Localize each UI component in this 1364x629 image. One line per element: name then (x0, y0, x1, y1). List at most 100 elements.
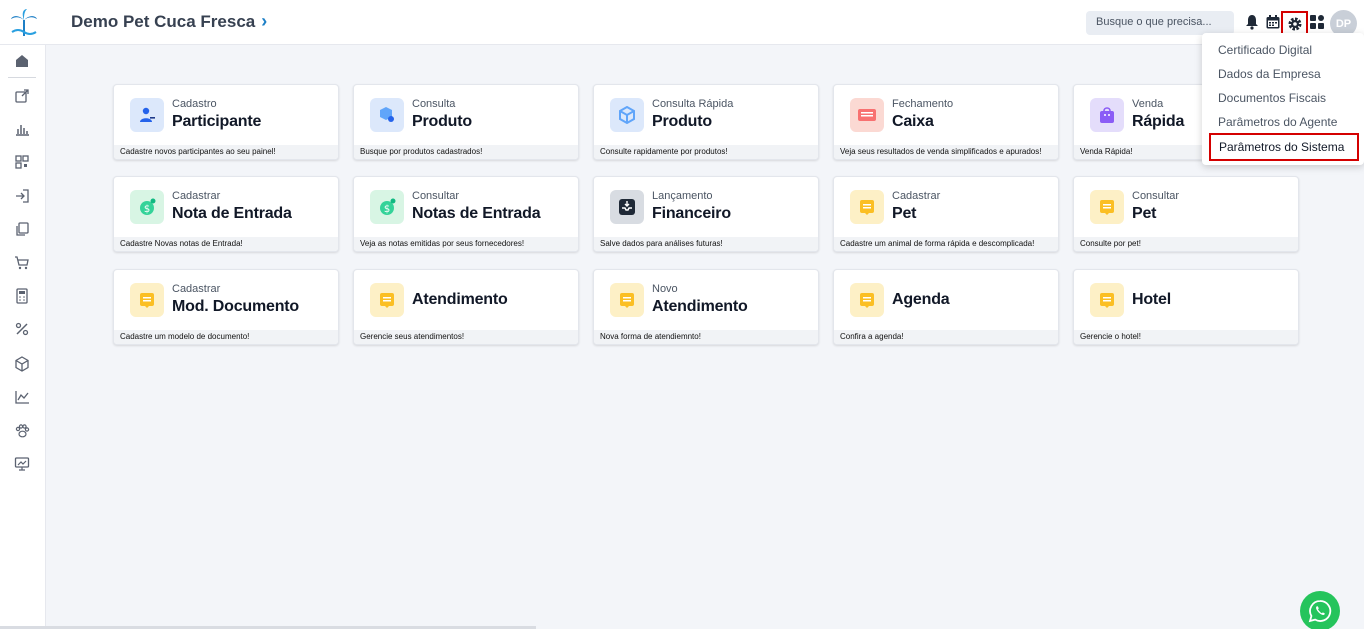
card-notas-de-entrada-consultar[interactable]: $ Consultar Notas de Entrada Veja as notas … (353, 176, 579, 252)
money-add-icon: $ (130, 190, 164, 224)
card-title: Nota de Entrada (172, 205, 292, 222)
cart-icon[interactable] (14, 255, 30, 271)
menu-item-documentos-fiscais[interactable]: Documentos Fiscais (1218, 91, 1326, 105)
chevron-right-icon: › (261, 11, 268, 31)
card-description: Gerencie o hotel! (1074, 330, 1298, 344)
card-title: Mod. Documento (172, 298, 299, 315)
money-search-icon: $ (370, 190, 404, 224)
card-pet-consultar[interactable]: Consultar Pet Consulte por pet! (1073, 176, 1299, 252)
shopping-bag-icon (1090, 98, 1124, 132)
card-participante-cadastro[interactable]: Cadastro Participante Cadastre novos parti… (113, 84, 339, 160)
card-description: Gerencie seus atendimentos! (354, 330, 578, 344)
qr-code-icon[interactable] (14, 154, 30, 170)
line-chart-icon[interactable] (14, 389, 30, 405)
share-icon[interactable] (14, 88, 30, 104)
calculator-icon[interactable] (14, 288, 30, 304)
note-icon (1090, 190, 1124, 224)
card-title: Caixa (892, 113, 934, 130)
top-header: Demo Pet Cuca Fresca › Busque o que prec… (0, 0, 1364, 45)
card-description: Veja seus resultados de venda simplifica… (834, 145, 1058, 159)
card-produto-consulta[interactable]: Consulta Produto Busque por produtos cadas… (353, 84, 579, 160)
search-input[interactable]: Busque o que precisa... (1086, 11, 1234, 35)
menu-item-parametros-do-agente[interactable]: Parâmetros do Agente (1218, 115, 1337, 129)
company-name: Demo Pet Cuca Fresca (71, 11, 256, 31)
card-description: Busque por produtos cadastrados! (354, 145, 578, 159)
notification-bell-icon[interactable] (1244, 14, 1260, 30)
card-subtitle: Consulta (412, 98, 456, 110)
apps-grid-icon[interactable] (1310, 14, 1326, 30)
user-plus-icon (130, 98, 164, 132)
note-icon (850, 283, 884, 317)
card-title: Produto (412, 113, 472, 130)
svg-text:$: $ (384, 204, 390, 215)
card-subtitle: Cadastrar (172, 190, 221, 202)
card-title: Financeiro (652, 205, 731, 222)
product-search-icon (370, 98, 404, 132)
card-mod-documento-cadastrar[interactable]: Cadastrar Mod. Documento Cadastre um model… (113, 269, 339, 345)
sidebar-divider (8, 77, 36, 78)
card-description: Confira a agenda! (834, 330, 1058, 344)
card-title: Atendimento (652, 298, 748, 315)
card-pet-cadastrar[interactable]: Cadastrar Pet Cadastre um animal de forma … (833, 176, 1059, 252)
card-subtitle: Consulta Rápida (652, 98, 734, 110)
menu-item-certificado-digital[interactable]: Certificado Digital (1218, 43, 1312, 57)
menu-item-parametros-do-sistema[interactable]: Parâmetros do Sistema (1209, 133, 1359, 161)
card-caixa-fechamento[interactable]: Fechamento Caixa Veja seus resultados de v… (833, 84, 1059, 160)
cash-register-icon (850, 98, 884, 132)
card-title: Notas de Entrada (412, 205, 541, 222)
card-description: Cadastre um animal de forma rápida e des… (834, 237, 1058, 251)
card-description: Veja as notas emitidas por seus forneced… (354, 237, 578, 251)
note-icon (1090, 283, 1124, 317)
box-icon[interactable] (14, 356, 30, 372)
card-financeiro-lancamento[interactable]: Lançamento Financeiro Salve dados para aná… (593, 176, 819, 252)
card-title: Atendimento (412, 291, 508, 308)
card-title: Hotel (1132, 291, 1172, 308)
card-title: Agenda (892, 291, 950, 308)
company-selector[interactable]: Demo Pet Cuca Fresca › (71, 11, 267, 32)
presentation-icon[interactable] (14, 456, 30, 472)
card-title: Pet (892, 205, 917, 222)
card-subtitle: Consultar (1132, 190, 1180, 202)
card-description: Cadastre Novas notas de Entrada! (114, 237, 338, 251)
login-icon[interactable] (14, 188, 30, 204)
card-subtitle: Venda (1132, 98, 1164, 110)
copy-icon[interactable] (14, 221, 30, 237)
note-icon (370, 283, 404, 317)
card-description: Cadastre novos participantes ao seu pain… (114, 145, 338, 159)
card-title: Participante (172, 113, 262, 130)
whatsapp-icon (1308, 600, 1332, 623)
card-subtitle: Cadastrar (172, 283, 221, 295)
card-atendimento-novo[interactable]: Novo Atendimento Nova forma de atendiemnto… (593, 269, 819, 345)
card-subtitle: Consultar (412, 190, 460, 202)
home-icon[interactable] (14, 53, 30, 69)
bar-chart-icon[interactable] (14, 121, 30, 137)
card-subtitle: Novo (652, 283, 678, 295)
note-icon (850, 190, 884, 224)
card-subtitle: Lançamento (652, 190, 713, 202)
note-icon (130, 283, 164, 317)
card-title: Rápida (1132, 113, 1185, 130)
company-logo[interactable] (8, 6, 40, 38)
card-description: Salve dados para análises futuras! (594, 237, 818, 251)
card-hotel[interactable]: Hotel Gerencie o hotel! (1073, 269, 1299, 345)
finance-inbox-icon (610, 190, 644, 224)
card-agenda[interactable]: Agenda Confira a agenda! (833, 269, 1059, 345)
card-subtitle: Cadastrar (892, 190, 941, 202)
card-description: Cadastre um modelo de documento! (114, 330, 338, 344)
card-title: Produto (652, 113, 712, 130)
card-description: Nova forma de atendiemnto! (594, 330, 818, 344)
svg-text:$: $ (144, 204, 150, 215)
menu-item-dados-da-empresa[interactable]: Dados da Empresa (1218, 67, 1321, 81)
percent-icon[interactable] (14, 321, 30, 337)
whatsapp-button[interactable] (1300, 591, 1340, 629)
card-title: Pet (1132, 205, 1157, 222)
card-nota-de-entrada-cadastrar[interactable]: $ Cadastrar Nota de Entrada Cadastre Novas … (113, 176, 339, 252)
card-produto-consulta-rapida[interactable]: Consulta Rápida Produto Consulte rapidamen… (593, 84, 819, 160)
card-description: Consulte por pet! (1074, 237, 1298, 251)
sidebar (0, 45, 46, 629)
card-atendimento[interactable]: Atendimento Gerencie seus atendimentos! (353, 269, 579, 345)
note-icon (610, 283, 644, 317)
paw-icon[interactable] (14, 423, 30, 439)
card-description: Consulte rapidamente por produtos! (594, 145, 818, 159)
calendar-icon[interactable] (1265, 14, 1281, 30)
